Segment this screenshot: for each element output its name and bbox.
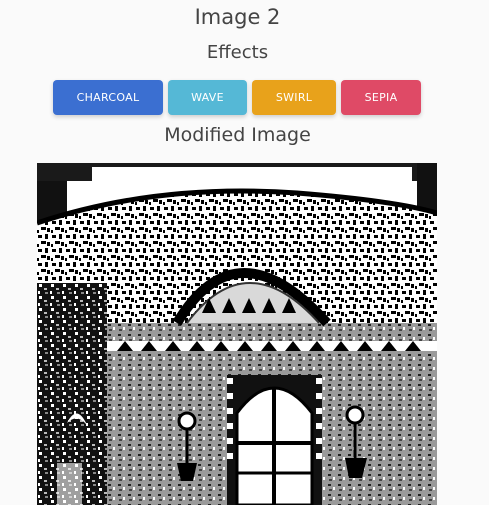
image-title: Image 2	[194, 5, 281, 29]
modified-image	[37, 163, 437, 505]
charcoal-button[interactable]: CHARCOAL	[53, 80, 163, 115]
charcoal-effect-image	[37, 163, 437, 505]
effects-heading: Effects	[206, 42, 269, 63]
sepia-button[interactable]: SEPIA	[341, 80, 421, 115]
modified-image-heading: Modified Image	[164, 124, 311, 146]
wave-button[interactable]: WAVE	[168, 80, 247, 115]
swirl-button[interactable]: SWIRL	[252, 80, 336, 115]
page: Image 2 Effects CHARCOAL WAVE SWIRL SEPI…	[0, 0, 489, 505]
effects-button-row: CHARCOAL WAVE SWIRL SEPIA	[53, 80, 423, 116]
